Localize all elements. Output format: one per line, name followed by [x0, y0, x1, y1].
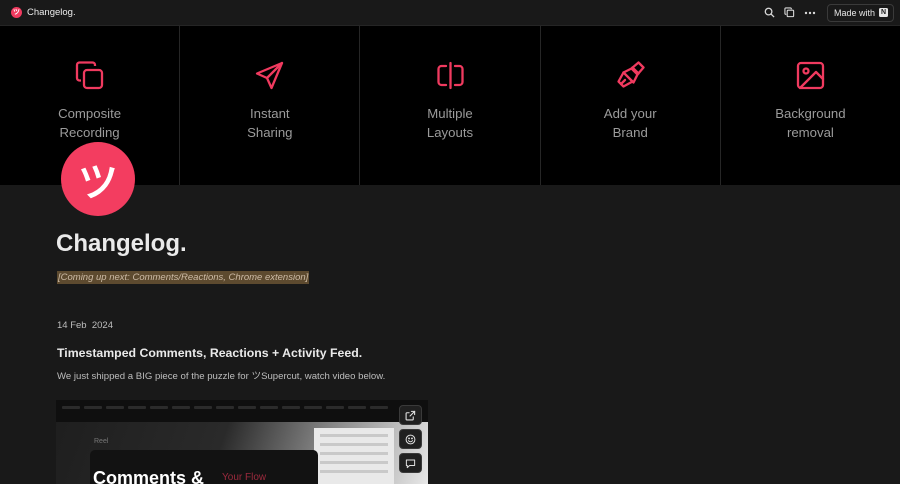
feature-strip: Composite Recording Instant Sharing Mult… — [0, 26, 900, 185]
duplicate-icon[interactable] — [781, 4, 799, 22]
feature-background-removal: Background removal — [721, 26, 900, 185]
feature-label: Composite Recording — [58, 106, 122, 140]
entry-heading: Timestamped Comments, Reactions + Activi… — [57, 346, 363, 360]
app-title[interactable]: Changelog. — [27, 7, 76, 18]
video-embed[interactable]: Reel Comments & Your Flow — [56, 400, 428, 484]
copy-icon — [75, 61, 104, 90]
send-icon — [256, 61, 284, 90]
page-title: Changelog. — [56, 230, 187, 257]
feature-multiple-layouts: Multiple Layouts — [360, 26, 541, 185]
feature-label: Background removal — [775, 106, 846, 140]
split-layout-icon — [436, 61, 464, 90]
entry-text: We just shipped a BIG piece of the puzzl… — [57, 371, 386, 382]
brush-icon — [617, 61, 645, 88]
embed-controls — [399, 405, 422, 473]
app-logo-icon[interactable]: ツ — [11, 7, 22, 18]
comment-icon[interactable] — [399, 453, 422, 473]
feature-add-your-brand: Add your Brand — [541, 26, 721, 185]
video-accent-text: Your Flow — [222, 472, 267, 483]
coming-up-callout: [Coming up next: Comments/Reactions, Chr… — [57, 271, 310, 284]
notion-icon: N — [879, 8, 888, 17]
more-icon[interactable] — [801, 4, 819, 22]
made-with-label: Made with — [833, 7, 875, 18]
feature-label: Multiple Layouts — [426, 106, 474, 140]
video-side-label: Reel — [94, 438, 109, 445]
top-bar: ツ Changelog. Made with N — [0, 0, 900, 26]
video-title: Comments & — [93, 468, 205, 484]
image-icon — [796, 61, 825, 90]
video-toolbar — [56, 400, 428, 422]
page-icon[interactable]: ツ — [61, 142, 135, 216]
feature-instant-sharing: Instant Sharing — [180, 26, 361, 185]
feature-label: Add your Brand — [603, 106, 657, 140]
emoji-icon[interactable] — [399, 429, 422, 449]
feature-label: Instant Sharing — [247, 106, 293, 140]
video-mock-panel — [314, 428, 394, 484]
made-with-button[interactable]: Made with N — [826, 3, 894, 22]
entry-date: 14 Feb 2024 — [57, 320, 113, 331]
open-external-icon[interactable] — [399, 405, 422, 425]
search-icon[interactable] — [761, 4, 779, 22]
